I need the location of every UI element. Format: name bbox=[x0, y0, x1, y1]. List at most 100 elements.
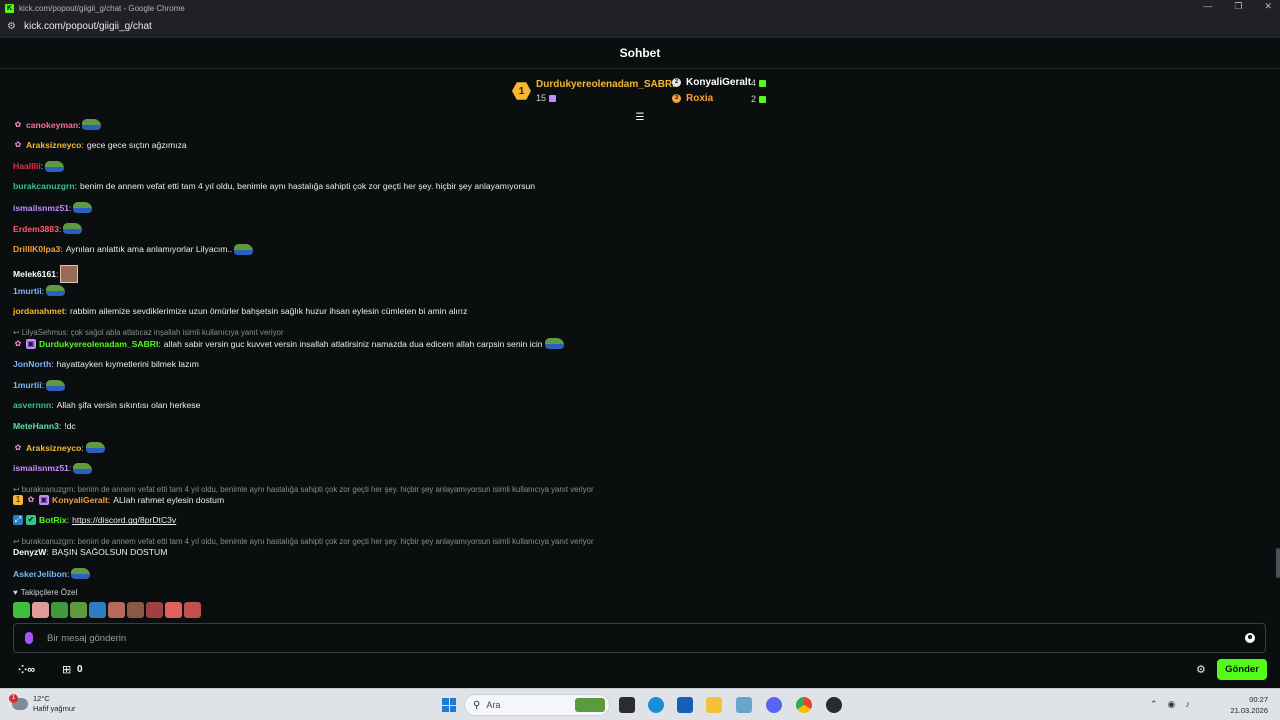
send-button[interactable]: Gönder bbox=[1217, 659, 1267, 680]
chat-username[interactable]: AskerJelibon bbox=[13, 569, 67, 579]
pepe-emote-icon[interactable] bbox=[71, 568, 91, 579]
chat-username[interactable]: ismailsnmz51 bbox=[13, 203, 69, 213]
chat-username[interactable]: Araksizneyco bbox=[26, 140, 81, 150]
chat-username[interactable]: 1murtii bbox=[13, 380, 42, 390]
leaderboard-first-name[interactable]: Durdukyereolenadam_SABRI bbox=[536, 79, 675, 90]
edge-icon[interactable] bbox=[648, 697, 664, 713]
minimize-button[interactable]: — bbox=[1203, 1, 1212, 12]
chat-username[interactable]: Haalllii bbox=[13, 161, 41, 171]
settings-gear-icon[interactable]: ⚙ bbox=[1196, 663, 1206, 676]
chat-message[interactable]: burakcanuzgrn: benim de annem vefat etti … bbox=[13, 181, 535, 191]
follower-emote-icon[interactable] bbox=[13, 602, 30, 618]
volume-icon[interactable]: ♪ bbox=[1185, 699, 1190, 710]
settings-app-icon[interactable] bbox=[736, 697, 752, 713]
weather-widget[interactable]: 1 12°C Hafif yağmur bbox=[9, 694, 76, 714]
store-icon[interactable] bbox=[677, 697, 693, 713]
url-text[interactable]: kick.com/popout/giigii_g/chat bbox=[24, 21, 152, 32]
pepe-emote-icon[interactable] bbox=[73, 462, 93, 474]
leaderboard-third-name[interactable]: Roxia bbox=[686, 93, 713, 104]
chat-message[interactable]: Melek6161: bbox=[13, 264, 79, 283]
chat-message[interactable]: JonNorth: hayattayken kıymetlerini bilmek… bbox=[13, 359, 199, 369]
chat-username[interactable]: Erdem3883 bbox=[13, 224, 59, 234]
chat-username[interactable]: canokeyman bbox=[26, 120, 78, 130]
reply-context[interactable]: ↩ LilyaSehmus: çok sağol abla atlatıcaz … bbox=[13, 328, 283, 337]
chat-username[interactable]: DrillIK0lpa3 bbox=[13, 244, 60, 254]
follower-emote-icon[interactable] bbox=[184, 602, 201, 618]
pepe-emote-icon[interactable] bbox=[46, 285, 66, 297]
obs-icon[interactable] bbox=[826, 697, 842, 713]
chat-input[interactable]: Bir mesaj gönderin ☻ bbox=[13, 623, 1266, 653]
chat-username[interactable]: KonyaliGeralt bbox=[52, 495, 108, 505]
chat-message[interactable]: MeteHann3: !dc bbox=[13, 421, 76, 431]
network-icon[interactable]: ◉ bbox=[1168, 699, 1176, 710]
photo-emote-icon[interactable] bbox=[60, 264, 79, 283]
chat-username[interactable]: ismailsnmz51 bbox=[13, 463, 69, 473]
chat-message[interactable]: Haalllii: bbox=[13, 160, 65, 172]
leaderboard-second[interactable]: 2 KonyaliGeralt bbox=[672, 77, 751, 88]
chat-message[interactable]: 1 ✿ ▣ KonyaliGeralt: ALlah rahmet eylesin do… bbox=[13, 494, 224, 505]
chat-message[interactable]: ✿ canokeyman: bbox=[13, 119, 102, 130]
address-bar[interactable]: ⚙ kick.com/popout/giigii_g/chat bbox=[0, 16, 1280, 38]
chat-message[interactable]: ✿ Araksizneyco: bbox=[13, 442, 105, 453]
chat-messages[interactable]: ✿ canokeyman: ✿ Araksizneyco: gece gece sıçt… bbox=[0, 117, 1280, 587]
search-placeholder[interactable]: Ara bbox=[486, 700, 500, 710]
leaderboard-second-name[interactable]: KonyaliGeralt bbox=[686, 77, 751, 88]
pepe-emote-icon[interactable] bbox=[46, 379, 66, 391]
chat-username[interactable]: jordanahmet bbox=[13, 306, 65, 316]
pepe-emote-icon[interactable] bbox=[234, 243, 254, 255]
reply-context[interactable]: ↩ burakcanuzgrn: benim de annem vefat et… bbox=[13, 485, 594, 494]
chat-username[interactable]: Durdukyereolenadam_SABRI bbox=[39, 339, 158, 349]
emoji-picker-icon[interactable]: ☻ bbox=[1245, 633, 1255, 643]
pepe-emote-icon[interactable] bbox=[544, 338, 564, 349]
task-view-icon[interactable] bbox=[619, 697, 635, 713]
pepe-emote-icon[interactable] bbox=[82, 119, 102, 130]
chat-message[interactable]: jordanahmet: rabbim ailemize sevdiklerimi… bbox=[13, 306, 467, 316]
microphone-icon[interactable] bbox=[25, 632, 33, 644]
chat-message[interactable]: ismailsnmz51: bbox=[13, 462, 93, 474]
taskbar-search[interactable]: ⚲ Ara bbox=[464, 694, 610, 716]
file-explorer-icon[interactable] bbox=[706, 697, 722, 713]
chat-username[interactable]: JonNorth bbox=[13, 359, 51, 369]
close-button[interactable]: ✕ bbox=[1264, 1, 1272, 12]
system-tray[interactable]: ⌃ ◉ ♪ bbox=[1150, 699, 1190, 710]
follower-emote-icon[interactable] bbox=[70, 602, 87, 618]
chat-message[interactable]: 1murtii: bbox=[13, 285, 66, 297]
chat-input-placeholder[interactable]: Bir mesaj gönderin bbox=[47, 633, 126, 644]
chat-message[interactable]: AskerJelibon: bbox=[13, 568, 91, 579]
reply-context[interactable]: ↩ burakcanuzgrn: benim de annem vefat et… bbox=[13, 537, 594, 546]
chat-message[interactable]: DenyzW: BAŞIN SAĞOLSUN DOSTUM bbox=[13, 547, 167, 557]
pepe-emote-icon[interactable] bbox=[63, 223, 83, 234]
chat-username[interactable]: Melek6161 bbox=[13, 269, 56, 279]
chat-message[interactable]: ✿ ▣ Durdukyereolenadam_SABRI: allah sabir v… bbox=[13, 338, 564, 349]
pepe-emote-icon[interactable] bbox=[73, 202, 93, 214]
pepe-emote-icon[interactable] bbox=[45, 160, 65, 172]
pepe-emote-icon[interactable] bbox=[85, 442, 105, 453]
chat-message[interactable]: Erdem3883: bbox=[13, 223, 83, 234]
follower-emote-icon[interactable] bbox=[51, 602, 68, 618]
follower-emote-icon[interactable] bbox=[127, 602, 144, 618]
chat-username[interactable]: DenyzW bbox=[13, 547, 46, 557]
chevron-up-icon[interactable]: ⌃ bbox=[1150, 699, 1158, 710]
chat-message[interactable]: ✿ Araksizneyco: gece gece sıçtın ağzımıza bbox=[13, 140, 187, 150]
chat-username[interactable]: 1murtii bbox=[13, 286, 42, 296]
site-settings-icon[interactable]: ⚙ bbox=[7, 21, 16, 32]
points-icon[interactable]: ⁘∞ bbox=[18, 663, 35, 676]
chat-username[interactable]: BotRix bbox=[39, 515, 67, 525]
chat-message[interactable]: ⤢ ✔ BotRix: https://discord.gg/8prDtC3v bbox=[13, 515, 176, 526]
chat-message[interactable]: 1murtii: bbox=[13, 379, 66, 391]
chat-message[interactable]: asvernnn: Allah şifa versin sıkıntısı ola… bbox=[13, 400, 200, 410]
chrome-icon[interactable] bbox=[796, 697, 812, 713]
restore-button[interactable]: ❐ bbox=[1234, 1, 1242, 12]
follower-emote-icon[interactable] bbox=[32, 602, 49, 618]
follower-emote-icon[interactable] bbox=[89, 602, 106, 618]
follower-emote-icon[interactable] bbox=[146, 602, 163, 618]
chat-message[interactable]: DrillIK0lpa3: Aynıları anlattık ama anlam… bbox=[13, 243, 254, 255]
windows-start-icon[interactable] bbox=[442, 698, 456, 712]
leaderboard-first[interactable]: 1 Durdukyereolenadam_SABRI 15 bbox=[512, 79, 675, 103]
follower-emote-icon[interactable] bbox=[108, 602, 125, 618]
discord-icon[interactable] bbox=[766, 697, 782, 713]
chat-username[interactable]: MeteHann3 bbox=[13, 421, 59, 431]
chat-message[interactable]: ismailsnmz51: bbox=[13, 202, 93, 214]
chat-username[interactable]: Araksizneyco bbox=[26, 443, 81, 453]
chat-message-link[interactable]: https://discord.gg/8prDtC3v bbox=[72, 515, 176, 525]
